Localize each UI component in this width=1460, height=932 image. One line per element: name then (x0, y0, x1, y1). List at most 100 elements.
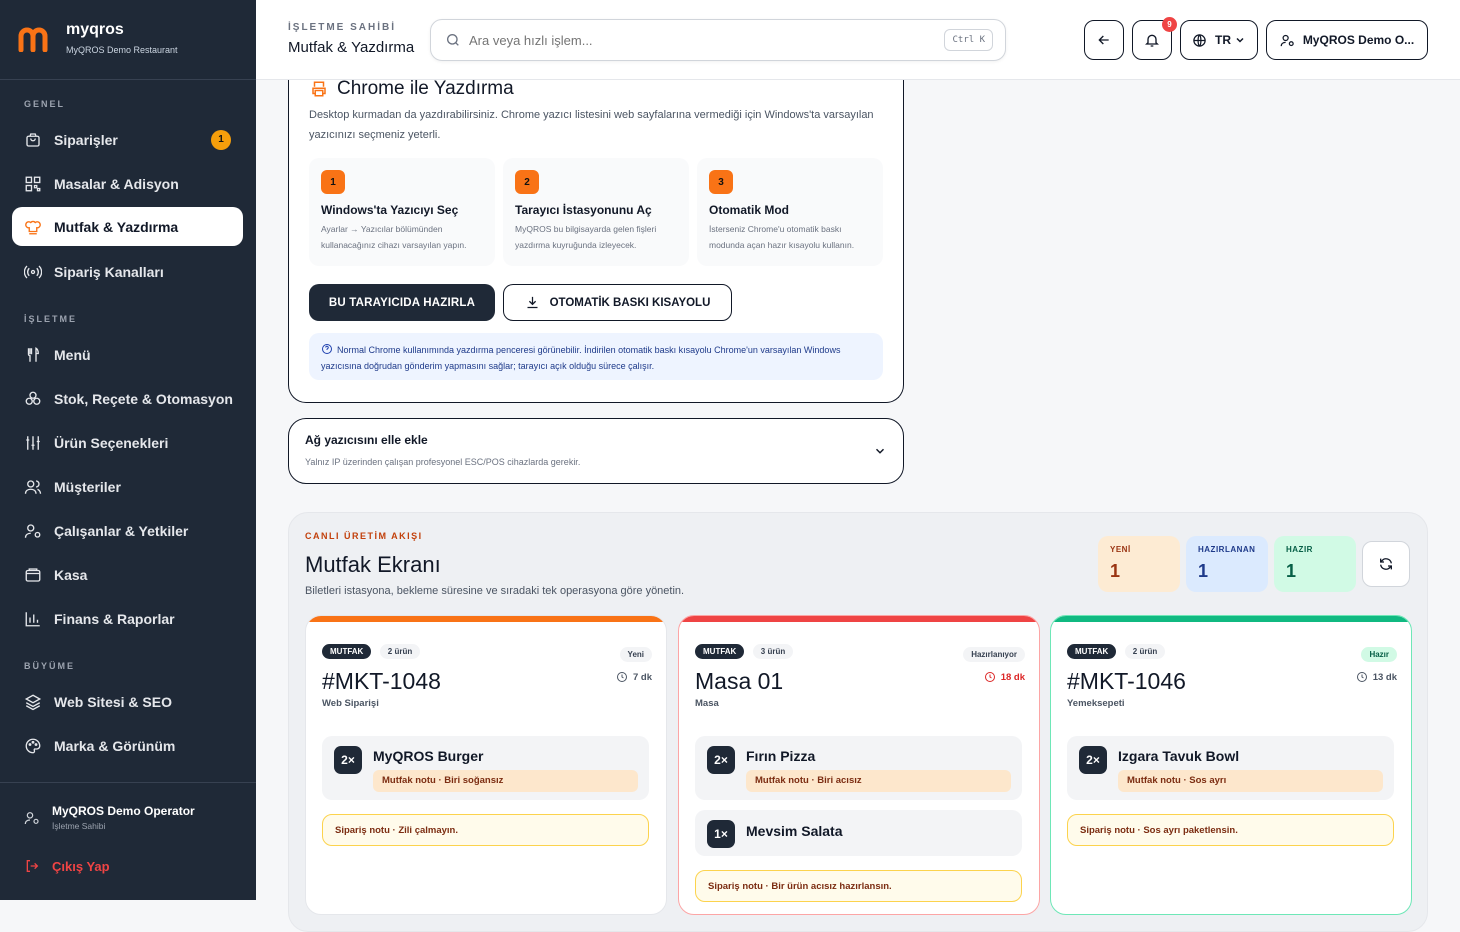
stat-preparing: HAZIRLANAN 1 (1186, 536, 1268, 592)
language-selector[interactable]: TR (1180, 20, 1258, 60)
station-chip: MUTFAK (695, 644, 745, 659)
sidebar-item-menu[interactable]: Menü (12, 335, 243, 374)
sidebar-item-brand[interactable]: Marka & Görünüm (12, 726, 243, 765)
stat-label: HAZIR (1286, 545, 1313, 554)
brand-name: myqros (66, 21, 124, 38)
utensils-icon (27, 346, 39, 362)
ticket-time: 13 dk (1372, 671, 1397, 683)
sidebar-item-customers[interactable]: Müşteriler (12, 467, 243, 506)
sidebar-item-label: Müşteriler (54, 478, 121, 495)
chef-hat-icon (25, 220, 41, 234)
user-cog-icon (24, 523, 41, 538)
stat-value: 1 (1110, 561, 1121, 581)
search-input[interactable] (469, 32, 945, 48)
account-label: MyQROS Demo O... (1302, 33, 1415, 47)
sidebar-item-stock[interactable]: Stok, Reçete & Otomasyon (12, 379, 243, 418)
sidebar-item-label: Çalışanlar & Yetkiler (54, 522, 189, 539)
notifications-button[interactable]: 9 (1132, 17, 1177, 60)
chrome-print-heading: Chrome ile Yazdırma (309, 78, 514, 100)
back-button[interactable] (1084, 20, 1124, 60)
sidebar-item-channels[interactable]: Sipariş Kanalları (12, 252, 243, 291)
section-isletme: İŞLETME (24, 314, 78, 324)
brand[interactable]: myqros MyQROS Demo Restaurant (18, 22, 178, 55)
orders-badge: 1 (211, 129, 231, 150)
logout-button[interactable]: Çıkış Yap (24, 858, 110, 874)
logout-icon (26, 860, 39, 872)
item-qty: 2× (1079, 746, 1107, 774)
ticket-card[interactable]: MUTFAK 2 ürün Yeni #MKT-1048 Web Sipariş… (305, 615, 667, 915)
step-description: Ayarlar → Yazıcılar bölümünden kullanaca… (321, 224, 467, 250)
stat-label: HAZIRLANAN (1198, 545, 1256, 554)
item-qty: 1× (707, 820, 735, 848)
user-icon (24, 811, 39, 824)
step-card-2: 2 Tarayıcı İstasyonunu Aç MyQROS bu bilg… (503, 158, 689, 266)
brand-subtitle: MyQROS Demo Restaurant (66, 45, 178, 55)
sidebar-item-cash[interactable]: Kasa (12, 555, 243, 594)
auto-print-shortcut-button[interactable]: OTOMATİK BASKI KISAYOLU (503, 284, 732, 321)
top-header: İŞLETME SAHİBİ Mutfak & Yazdırma Ctrl K … (256, 0, 1460, 80)
order-note: Sipariş notu · Zili çalmayın. (322, 814, 649, 846)
sidebar-item-label: Web Sitesi & SEO (54, 693, 172, 710)
step-description: MyQROS bu bilgisayarda gelen fişleri yaz… (515, 224, 657, 250)
help-circle-icon (322, 344, 332, 354)
step-description: İsterseniz Chrome'u otomatik baskı modun… (709, 224, 855, 250)
sidebar-item-label: Stok, Reçete & Otomasyon (54, 390, 233, 407)
sidebar-item-label: Kasa (54, 566, 88, 583)
ticket-id: Masa 01 (695, 668, 784, 694)
step-card-1: 1 Windows'ta Yazıcıyı Seç Ayarlar → Yazı… (309, 158, 495, 266)
ticket-item: 2× Fırın Pizza Mutfak notu · Biri acısız (695, 736, 1022, 800)
stat-new: YENİ 1 (1098, 536, 1180, 592)
sidebar-item-website[interactable]: Web Sitesi & SEO (12, 682, 243, 721)
search-icon (447, 34, 459, 46)
chevron-down-icon (875, 448, 885, 454)
sidebar-item-label: Mutfak & Yazdırma (54, 218, 179, 235)
account-button[interactable]: MyQROS Demo O... (1266, 20, 1428, 60)
step-title: Otomatik Mod (709, 203, 789, 217)
status-badge: Hazır (1361, 647, 1397, 662)
sidebar-item-kitchen[interactable]: Mutfak & Yazdırma (12, 207, 243, 246)
sidebar-item-label: Ürün Seçenekleri (54, 434, 169, 451)
step-title: Tarayıcı İstasyonunu Aç (515, 203, 652, 217)
sidebar-item-options[interactable]: Ürün Seçenekleri (12, 423, 243, 462)
sidebar-item-orders[interactable]: Siparişler 1 (12, 120, 243, 159)
section-genel: GENEL (24, 99, 66, 109)
ticket-accent-bar (679, 616, 1039, 622)
download-icon (527, 296, 538, 309)
step-card-3: 3 Otomatik Mod İsterseniz Chrome'u otoma… (697, 158, 883, 266)
item-name: MyQROS Burger (373, 748, 484, 764)
search-box[interactable]: Ctrl K (430, 19, 1006, 61)
ticket-card[interactable]: MUTFAK 3 ürün Hazırlanıyor Masa 01 Masa … (678, 615, 1040, 915)
ticket-card[interactable]: MUTFAK 2 ürün Hazır #MKT-1046 Yemeksepet… (1050, 615, 1412, 915)
refresh-button[interactable] (1362, 541, 1410, 587)
item-count-chip: 2 ürün (1124, 644, 1166, 659)
language-label: TR (1215, 33, 1231, 47)
ticket-channel: Yemeksepeti (1067, 698, 1125, 709)
step-title: Windows'ta Yazıcıyı Seç (321, 203, 459, 217)
user-cog-icon (1280, 34, 1294, 46)
prepare-browser-button[interactable]: BU TARAYICIDA HAZIRLA (309, 284, 495, 321)
network-printer-accordion[interactable]: Ağ yazıcısını elle ekle Yalnız IP üzerin… (288, 418, 904, 484)
item-note: Mutfak notu · Biri soğansız (373, 770, 638, 792)
ticket-item: 2× MyQROS Burger Mutfak notu · Biri soğa… (322, 736, 649, 800)
network-printer-description: Yalnız IP üzerinden çalışan profesyonel … (305, 457, 581, 467)
ticket-id: #MKT-1048 (322, 668, 441, 694)
divider (0, 79, 256, 80)
ticket-item: 2× Izgara Tavuk Bowl Mutfak notu · Sos a… (1067, 736, 1394, 800)
sidebar-item-tables[interactable]: Masalar & Adisyon (12, 164, 243, 203)
kitchen-subtitle: Biletleri istasyona, bekleme süresine ve… (305, 585, 685, 597)
bar-chart-icon (25, 611, 40, 626)
step-number: 3 (709, 170, 733, 194)
bell-icon (1145, 34, 1159, 47)
sidebar-item-staff[interactable]: Çalışanlar & Yetkiler (12, 511, 243, 550)
operator-profile[interactable]: MyQROS Demo Operator İşletme Sahibi (24, 804, 195, 831)
refresh-icon (1380, 558, 1392, 570)
sidebar-item-finance[interactable]: Finans & Raporlar (12, 599, 243, 638)
sliders-icon (26, 435, 40, 450)
layers-icon (24, 693, 42, 710)
shopping-bag-icon (26, 132, 40, 147)
ticket-id: #MKT-1046 (1067, 668, 1186, 694)
status-badge: Hazırlanıyor (963, 647, 1025, 662)
item-name: Mevsim Salata (746, 823, 843, 839)
sidebar-item-label: Siparişler (54, 131, 118, 148)
clock-icon (984, 672, 995, 682)
